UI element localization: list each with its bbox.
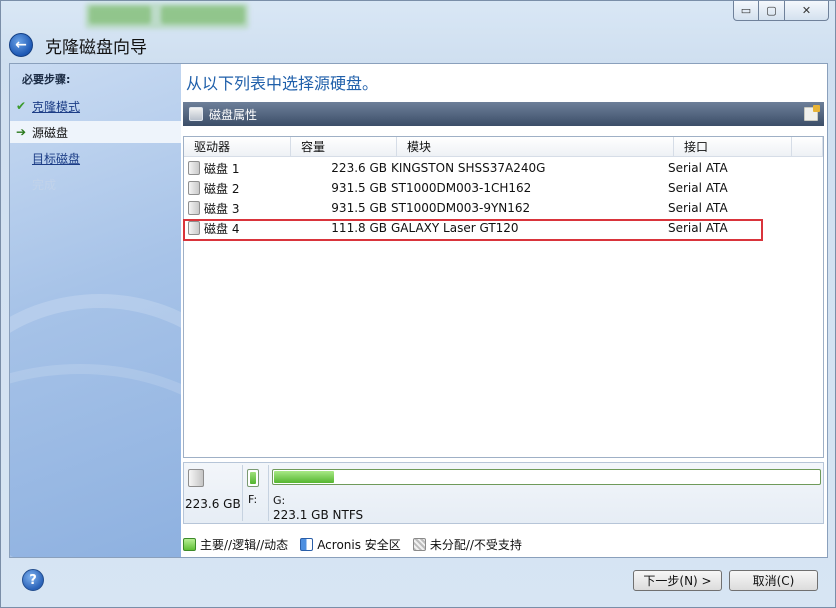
back-arrow-icon[interactable]: ← xyxy=(9,33,33,57)
primary-partition-swatch xyxy=(183,538,196,551)
column-header-capacity[interactable]: 容量 xyxy=(291,137,397,157)
step-label: 完成 xyxy=(32,177,57,192)
window-title: 克隆磁盘向导 xyxy=(45,37,147,58)
drive-name: 磁盘 2 xyxy=(204,181,240,196)
acronis-zone-swatch xyxy=(300,538,314,551)
table-header: 驱动器 容量 模块 接口 xyxy=(184,137,823,157)
drive-model: GALAXY Laser GT120 xyxy=(391,221,519,235)
partition-info: 223.1 GB NTFS xyxy=(273,508,364,522)
steps-title: 必要步骤: xyxy=(22,73,71,86)
maximize-button[interactable]: ▢ xyxy=(759,1,785,21)
partition-usage-bar[interactable] xyxy=(272,469,821,485)
main-content: 从以下列表中选择源硬盘。 磁盘属性 驱动器 容量 模块 接口 磁盘 1 223.… xyxy=(181,64,827,557)
partition-used-fill xyxy=(274,471,334,483)
step-label: 源磁盘 xyxy=(32,125,69,140)
disk-table: 驱动器 容量 模块 接口 磁盘 1 223.6 GB KINGSTON SHSS… xyxy=(183,136,824,458)
step-target-disk[interactable]: 目标磁盘 xyxy=(10,147,181,169)
wizard-body: 必要步骤: ✔ 克隆模式 ➔ 源磁盘 目标磁盘 完成 从以下列表中选择源硬盘。 xyxy=(9,63,828,558)
drive-name: 磁盘 3 xyxy=(204,201,240,216)
column-header-drive[interactable]: 驱动器 xyxy=(184,137,291,157)
table-row[interactable]: 磁盘 3 931.5 GB ST1000DM003-9YN162 Serial … xyxy=(184,198,823,218)
checkmark-icon: ✔ xyxy=(15,99,27,113)
properties-edit-icon[interactable] xyxy=(804,105,820,121)
legend-label: 未分配//不受支持 xyxy=(429,538,522,552)
legend-label: Acronis 安全区 xyxy=(317,538,401,552)
cancel-button[interactable]: 取消(C) xyxy=(729,570,818,591)
unallocated-swatch xyxy=(412,538,426,551)
page-heading: 从以下列表中选择源硬盘。 xyxy=(186,74,379,93)
disk-properties-icon xyxy=(189,107,203,121)
partition-icon xyxy=(247,469,259,487)
drive-model: KINGSTON SHSS37A240G xyxy=(391,161,546,175)
drive-interface: Serial ATA xyxy=(668,221,728,235)
hard-disk-icon xyxy=(188,201,200,215)
drive-interface: Serial ATA xyxy=(668,161,728,175)
close-button[interactable]: ✕ xyxy=(785,1,829,21)
step-label: 目标磁盘 xyxy=(32,151,81,166)
panel-title: 磁盘属性 xyxy=(209,107,258,122)
drive-capacity: 223.6 GB xyxy=(331,161,387,175)
hard-disk-icon xyxy=(188,181,200,195)
wizard-footer: ? 下一步(N) > 取消(C) xyxy=(9,561,828,599)
drive-name: 磁盘 4 xyxy=(204,221,240,236)
wizard-window: ▭ ▢ ✕ ← 克隆磁盘向导 必要步骤: ✔ 克隆模式 ➔ 源磁盘 目标磁盘 完… xyxy=(0,0,836,608)
minimize-button[interactable]: ▭ xyxy=(733,1,759,21)
table-row[interactable]: 磁盘 2 931.5 GB ST1000DM003-1CH162 Serial … xyxy=(184,178,823,198)
hard-disk-icon xyxy=(188,161,200,175)
drive-capacity: 931.5 GB xyxy=(331,201,387,215)
title-bar-glow xyxy=(85,3,249,29)
partition-letter: F: xyxy=(248,493,258,506)
drive-capacity: 931.5 GB xyxy=(331,181,387,195)
drive-model: ST1000DM003-1CH162 xyxy=(391,181,532,195)
help-icon[interactable]: ? xyxy=(22,569,44,591)
next-button[interactable]: 下一步(N) > xyxy=(633,570,722,591)
drive-interface: Serial ATA xyxy=(668,201,728,215)
column-header-extra[interactable] xyxy=(792,137,823,157)
legend-label: 主要//逻辑//动态 xyxy=(200,538,289,552)
disk-properties-header: 磁盘属性 xyxy=(183,102,824,126)
column-header-interface[interactable]: 接口 xyxy=(674,137,792,157)
drive-capacity: 111.8 GB xyxy=(331,221,387,235)
window-controls: ▭ ▢ ✕ xyxy=(733,1,829,21)
table-row[interactable]: 磁盘 1 223.6 GB KINGSTON SHSS37A240G Seria… xyxy=(184,158,823,178)
partition-legend: 主要//逻辑//动态 Acronis 安全区 未分配//不受支持 xyxy=(183,536,534,553)
partition-label: G: xyxy=(273,494,286,507)
drive-model: ST1000DM003-9YN162 xyxy=(391,201,531,215)
steps-sidebar: 必要步骤: ✔ 克隆模式 ➔ 源磁盘 目标磁盘 完成 xyxy=(10,64,181,557)
drive-interface: Serial ATA xyxy=(668,181,728,195)
step-clone-mode[interactable]: ✔ 克隆模式 xyxy=(10,95,181,117)
table-row[interactable]: 磁盘 4 111.8 GB GALAXY Laser GT120 Serial … xyxy=(184,218,823,238)
disk-size: 223.6 GB xyxy=(185,497,241,511)
hard-disk-icon xyxy=(188,469,204,487)
app-header: ← 克隆磁盘向导 xyxy=(9,31,147,59)
step-finish: 完成 xyxy=(10,173,181,195)
drive-name: 磁盘 1 xyxy=(204,161,240,176)
step-source-disk: ➔ 源磁盘 xyxy=(10,121,181,143)
hard-disk-icon xyxy=(188,221,200,235)
disk-map-panel: 223.6 GB F: G: 223.1 GB NTFS xyxy=(183,462,824,524)
step-label: 克隆模式 xyxy=(32,99,81,114)
column-header-model[interactable]: 模块 xyxy=(397,137,674,157)
current-arrow-icon: ➔ xyxy=(15,125,27,139)
